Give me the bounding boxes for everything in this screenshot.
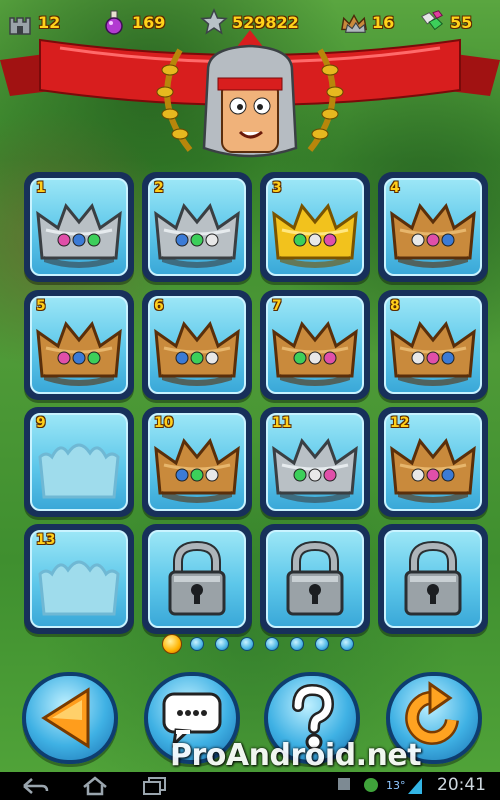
level-tile[interactable]: 10: [142, 407, 252, 517]
level-number: 5: [36, 298, 46, 314]
level-number: 3: [272, 180, 282, 196]
level-tile[interactable]: 7: [260, 290, 370, 400]
level-tile[interactable]: 9: [24, 407, 134, 517]
level-tile-locked[interactable]: [378, 524, 488, 634]
level-tile[interactable]: 3: [260, 172, 370, 282]
potions-value: 169: [132, 12, 166, 32]
level-number: 13: [36, 532, 56, 548]
page-dot-active[interactable]: [162, 634, 182, 654]
level-tile[interactable]: 4: [378, 172, 488, 282]
level-tile-locked[interactable]: [260, 524, 370, 634]
back-button[interactable]: [22, 672, 118, 764]
nav-back-icon[interactable]: [20, 776, 50, 796]
notification-icon[interactable]: [336, 776, 352, 792]
watermark-text: ProAndroid.net: [170, 738, 422, 773]
level-number: 1: [36, 180, 46, 196]
level-number: 6: [154, 298, 164, 314]
page-dot[interactable]: [265, 637, 279, 651]
level-tile[interactable]: 2: [142, 172, 252, 282]
level-tile[interactable]: 8: [378, 290, 488, 400]
page-dot[interactable]: [315, 637, 329, 651]
nav-recent-apps-icon[interactable]: [140, 776, 170, 796]
nav-home-icon[interactable]: [80, 776, 110, 796]
padlock-icon: [168, 540, 226, 616]
level-tile[interactable]: 5: [24, 290, 134, 400]
level-tile[interactable]: 12: [378, 407, 488, 517]
level-number: 12: [390, 415, 410, 431]
page-dot[interactable]: [215, 637, 229, 651]
knight-banner: [0, 30, 500, 158]
page-dot[interactable]: [340, 637, 354, 651]
system-navbar: 13° 20:41: [0, 772, 500, 800]
knight-avatar: [202, 30, 298, 158]
stars-value: 529822: [232, 12, 299, 32]
level-number: 4: [390, 180, 400, 196]
level-tile[interactable]: 6: [142, 290, 252, 400]
level-tile[interactable]: 1: [24, 172, 134, 282]
crowns-value: 16: [372, 12, 395, 32]
gems-value: 55: [450, 12, 473, 32]
level-number: 8: [390, 298, 400, 314]
weather-icon: [364, 778, 378, 792]
level-number: 10: [154, 415, 174, 431]
level-number: 2: [154, 180, 164, 196]
castles-value: 12: [38, 12, 61, 32]
level-tile[interactable]: 13: [24, 524, 134, 634]
level-number: 9: [36, 415, 46, 431]
level-tile[interactable]: 11: [260, 407, 370, 517]
page-dot[interactable]: [240, 637, 254, 651]
level-number: 11: [272, 415, 292, 431]
level-tile-locked[interactable]: [142, 524, 252, 634]
temperature-text: 13°: [386, 779, 406, 792]
padlock-icon: [286, 540, 344, 616]
page-dot[interactable]: [290, 637, 304, 651]
page-dot[interactable]: [190, 637, 204, 651]
padlock-icon: [404, 540, 462, 616]
level-number: 7: [272, 298, 282, 314]
clock-time: 20:41: [437, 775, 486, 795]
signal-icon: [408, 778, 422, 794]
back-arrow-icon: [41, 687, 90, 749]
